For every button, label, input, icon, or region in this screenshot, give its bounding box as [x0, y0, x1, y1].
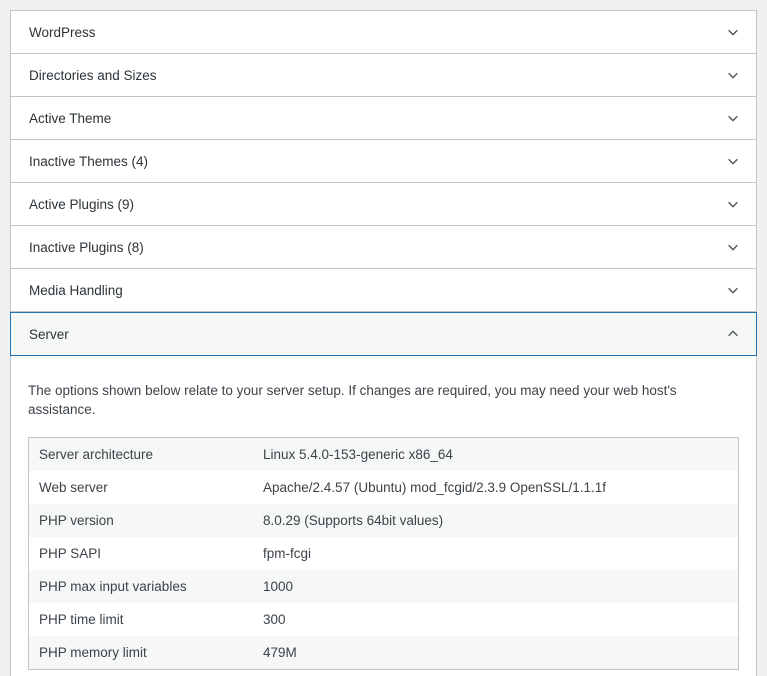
table-row: PHP SAPI fpm-fcgi [29, 537, 739, 570]
chevron-down-icon [726, 68, 740, 82]
accordion-section-heading: Active Plugins (9) [11, 183, 756, 226]
accordion-section-heading: Server [11, 312, 756, 356]
table-cell-value: 8.0.29 (Supports 64bit values) [253, 504, 739, 537]
chevron-up-icon [726, 327, 740, 341]
accordion-section-label: Active Plugins (9) [29, 197, 726, 212]
chevron-down-icon [726, 240, 740, 254]
accordion-section-label: Inactive Themes (4) [29, 154, 726, 169]
table-row: PHP max input variables 1000 [29, 570, 739, 603]
accordion-section-button[interactable]: Inactive Themes (4) [11, 140, 756, 183]
table-cell-value: Linux 5.4.0-153-generic x86_64 [253, 437, 739, 471]
table-row: Server architecture Linux 5.4.0-153-gene… [29, 437, 739, 471]
table-cell-label: PHP version [29, 504, 254, 537]
accordion-section-button[interactable]: Server [10, 312, 757, 356]
accordion-section-heading: Inactive Plugins (8) [11, 226, 756, 269]
accordion-section-button[interactable]: Active Theme [11, 97, 756, 140]
accordion-section-label: WordPress [29, 25, 726, 40]
accordion-section-label: Media Handling [29, 283, 726, 298]
server-section-panel: The options shown below relate to your s… [11, 356, 756, 676]
table-row: PHP version 8.0.29 (Supports 64bit value… [29, 504, 739, 537]
accordion-section-button[interactable]: Directories and Sizes [11, 54, 756, 97]
chevron-down-icon [726, 197, 740, 211]
chevron-down-icon [726, 283, 740, 297]
table-row: Web server Apache/2.4.57 (Ubuntu) mod_fc… [29, 471, 739, 504]
chevron-down-icon [726, 154, 740, 168]
table-cell-label: Web server [29, 471, 254, 504]
accordion-section-button[interactable]: Media Handling [11, 269, 756, 312]
accordion-section-label: Inactive Plugins (8) [29, 240, 726, 255]
table-cell-value: Apache/2.4.57 (Ubuntu) mod_fcgid/2.3.9 O… [253, 471, 739, 504]
accordion-section-heading: Directories and Sizes [11, 54, 756, 97]
accordion-section-heading: Active Theme [11, 97, 756, 140]
accordion-section-heading: WordPress [11, 11, 756, 54]
table-cell-label: Server architecture [29, 437, 254, 471]
accordion-section-label: Server [29, 327, 726, 342]
chevron-down-icon [726, 25, 740, 39]
table-cell-label: PHP max input variables [29, 570, 254, 603]
accordion-section-label: Directories and Sizes [29, 68, 726, 83]
accordion-section-button[interactable]: WordPress [11, 11, 756, 54]
server-info-table: Server architecture Linux 5.4.0-153-gene… [28, 437, 739, 670]
table-cell-label: PHP SAPI [29, 537, 254, 570]
table-cell-value: 1000 [253, 570, 739, 603]
site-health-info-accordion: WordPress Directories and Sizes Active T… [10, 10, 757, 676]
table-cell-value: 300 [253, 603, 739, 636]
table-row: PHP time limit 300 [29, 603, 739, 636]
chevron-down-icon [726, 111, 740, 125]
accordion-section-button[interactable]: Active Plugins (9) [11, 183, 756, 226]
accordion-section-heading: Inactive Themes (4) [11, 140, 756, 183]
accordion-section-button[interactable]: Inactive Plugins (8) [11, 226, 756, 269]
table-cell-label: PHP time limit [29, 603, 254, 636]
accordion-section-label: Active Theme [29, 111, 726, 126]
server-panel-description: The options shown below relate to your s… [28, 382, 739, 420]
accordion-section-heading: Media Handling [11, 269, 756, 312]
table-cell-value: fpm-fcgi [253, 537, 739, 570]
